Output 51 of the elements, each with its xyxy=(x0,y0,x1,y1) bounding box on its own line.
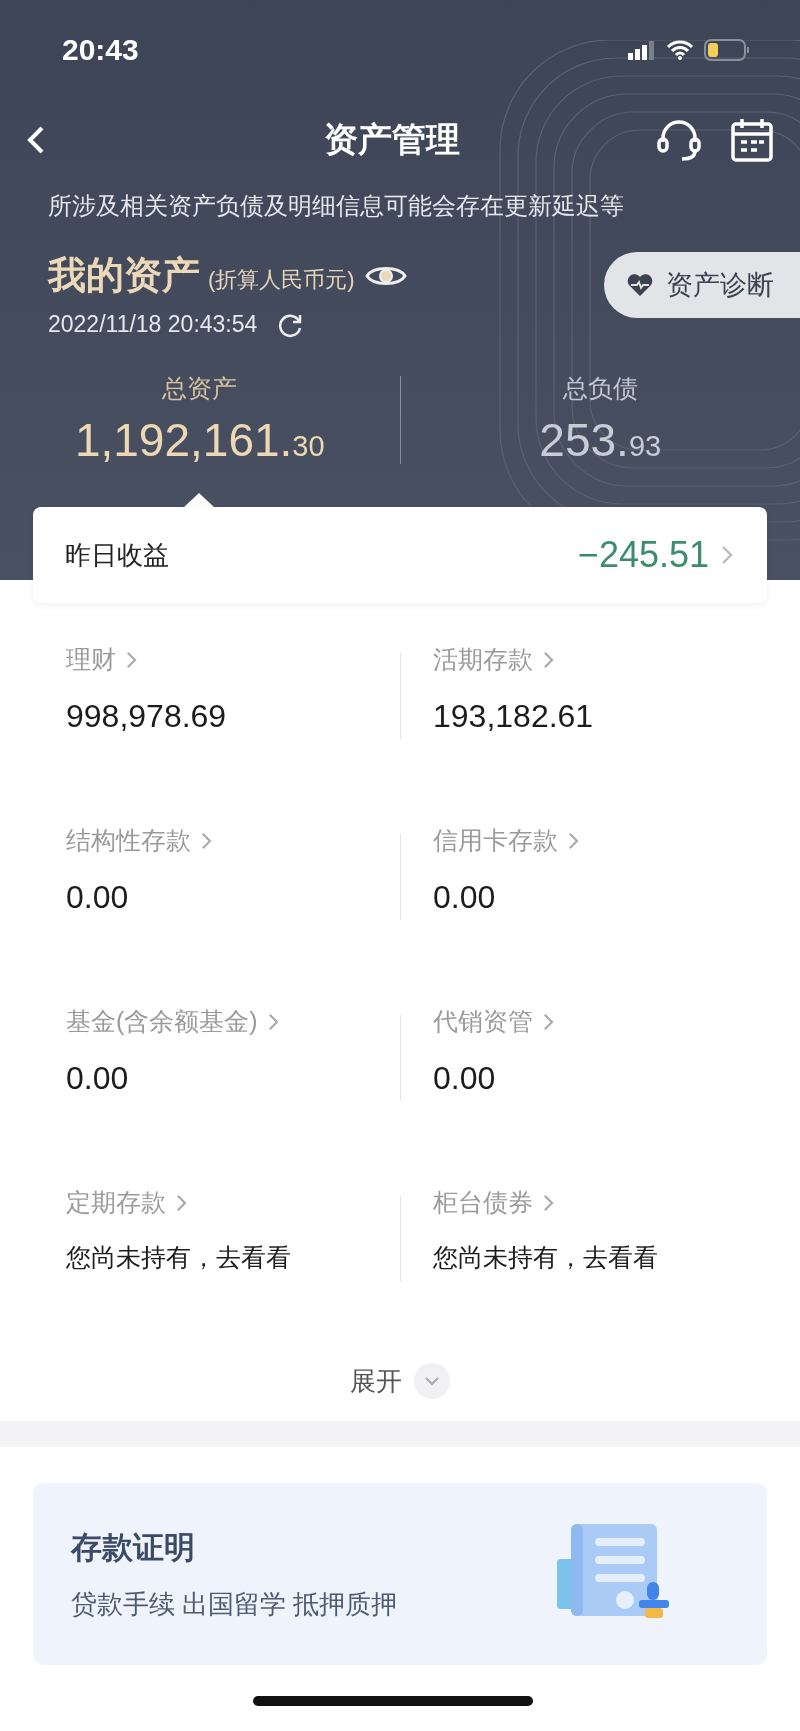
update-time: 2022/11/18 20:43:54 xyxy=(48,311,258,338)
holding-amount: 0.00 xyxy=(433,879,497,916)
notice-text: 所涉及相关资产负债及明细信息可能会存在更新延迟等 xyxy=(47,191,625,221)
calendar-icon[interactable] xyxy=(730,117,774,163)
holding-amount: 0.00 xyxy=(433,1060,497,1097)
holding-amount: 0.00 xyxy=(66,879,130,916)
status-time: 20:43 xyxy=(62,33,139,67)
holding-amount: 0.00 xyxy=(66,1060,130,1097)
total-value[interactable]: 253.93 xyxy=(539,413,662,467)
holding-label[interactable]: 定期存款 xyxy=(66,1186,187,1219)
total-value[interactable]: 1,192,161.30 xyxy=(74,413,325,467)
yesterday-card[interactable]: 昨日收益 −245.51 xyxy=(33,507,767,603)
chevron-icon xyxy=(201,831,212,850)
chevron-icon xyxy=(176,1193,187,1212)
chevron-icon xyxy=(126,650,137,669)
chevron-icon xyxy=(543,650,554,669)
chevron-icon xyxy=(543,1012,554,1031)
chevron-icon xyxy=(267,1012,279,1031)
wifi-icon xyxy=(666,40,694,60)
chevron-icon xyxy=(721,545,733,565)
my-assets-title: 我的资产 xyxy=(48,253,200,298)
expand-button[interactable]: 展开 xyxy=(350,1363,450,1399)
holding-label[interactable]: 信用卡存款 xyxy=(433,824,579,857)
promo-title: 存款证明 xyxy=(71,1528,196,1567)
holding-prompt: 您尚未持有，去看看 xyxy=(66,1242,292,1273)
battery-icon xyxy=(704,38,750,62)
promo-subtitle: 贷款手续 出国留学 抵押质押 xyxy=(71,1587,398,1621)
diagnosis-button[interactable]: 资产诊断 xyxy=(604,252,800,318)
chevron-icon xyxy=(543,1193,554,1212)
signal-icon xyxy=(628,40,656,60)
back-button[interactable] xyxy=(26,125,46,155)
total-label: 总负债 xyxy=(562,373,638,404)
holding-amount: 193,182.61 xyxy=(433,698,595,735)
holding-label[interactable]: 理财 xyxy=(66,643,137,676)
chevron-down-icon xyxy=(414,1363,450,1399)
page-title: 资产管理 xyxy=(323,119,461,160)
currency-note: (折算人民币元) xyxy=(208,265,355,294)
holding-label[interactable]: 结构性存款 xyxy=(66,824,212,857)
holding-label[interactable]: 基金(含余额基金) xyxy=(66,1005,279,1038)
chevron-icon xyxy=(568,831,579,850)
holding-amount: 998,978.69 xyxy=(66,698,228,735)
heart-icon xyxy=(626,273,654,297)
holding-prompt: 您尚未持有，去看看 xyxy=(433,1242,659,1273)
holding-label[interactable]: 活期存款 xyxy=(433,643,554,676)
headset-icon[interactable] xyxy=(656,118,702,162)
holding-label[interactable]: 代销资管 xyxy=(433,1005,554,1038)
yesterday-value[interactable]: −245.51 xyxy=(577,534,733,576)
deposit-proof-card[interactable]: 存款证明 贷款手续 出国留学 抵押质押 xyxy=(33,1483,767,1665)
yesterday-label: 昨日收益 xyxy=(65,538,169,572)
holding-label[interactable]: 柜台债券 xyxy=(433,1186,554,1219)
total-label: 总资产 xyxy=(162,373,238,404)
